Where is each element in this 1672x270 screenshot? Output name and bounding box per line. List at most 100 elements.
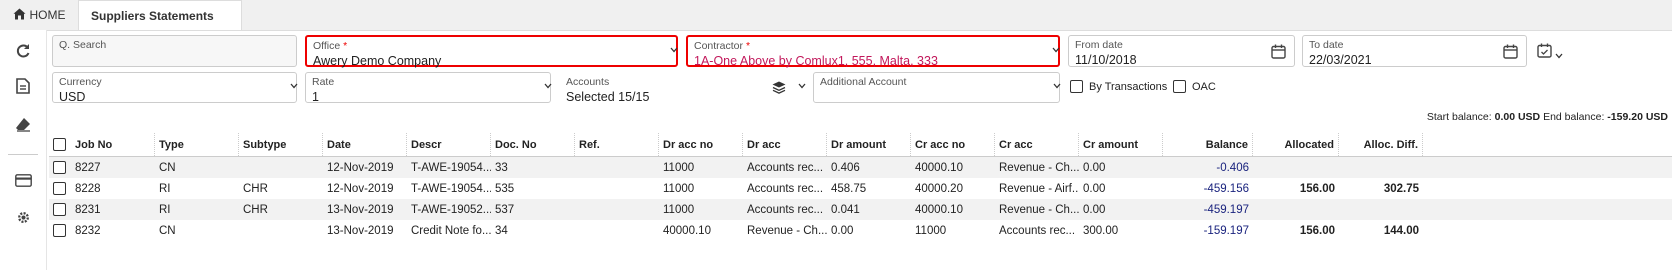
col-doc-no[interactable]: Doc. No xyxy=(491,133,575,156)
col-subtype[interactable]: Subtype xyxy=(239,133,323,156)
col-cr-acc[interactable]: Cr acc xyxy=(995,133,1079,156)
from-date-label: From date xyxy=(1075,39,1123,51)
office-required-mark: * xyxy=(343,40,348,52)
col-cr-amount[interactable]: Cr amount xyxy=(1079,133,1163,156)
row-checkbox[interactable] xyxy=(53,161,66,174)
document-button[interactable] xyxy=(10,74,36,100)
cell-dr-acc: Accounts rec... xyxy=(747,161,824,174)
cell-alloc-diff: 144.00 xyxy=(1383,224,1419,237)
row-select-cell[interactable] xyxy=(49,220,71,241)
cell-dr-acc-no: 11000 xyxy=(663,161,695,174)
tab-bar: HOME Suppliers Statements xyxy=(0,0,1672,31)
document-icon xyxy=(16,77,30,97)
tab-suppliers-statements[interactable]: Suppliers Statements xyxy=(78,0,242,30)
additional-account-select[interactable]: Additional Account xyxy=(813,72,1061,103)
cell-cr-acc-no: 11000 xyxy=(915,224,947,237)
cell-dr-acc-no: 40000.10 xyxy=(663,224,711,237)
col-dr-amount[interactable]: Dr amount xyxy=(827,133,911,156)
from-date-field[interactable]: From date 11/10/2018 xyxy=(1068,35,1295,67)
contractor-select[interactable]: Contractor * 1A-One Above by Comlux1, 55… xyxy=(686,35,1060,68)
col-balance[interactable]: Balance xyxy=(1163,133,1253,156)
cell-subtype: CHR xyxy=(243,182,268,195)
period-picker-button[interactable] xyxy=(1534,35,1568,67)
cell-job-no: 8227 xyxy=(75,161,101,174)
select-all-checkbox[interactable] xyxy=(53,138,66,151)
contractor-required-mark: * xyxy=(745,40,751,52)
tab-home-label: HOME xyxy=(29,8,66,22)
cell-ref xyxy=(575,220,659,241)
cell-ref xyxy=(575,178,659,199)
cell-ref xyxy=(575,157,659,178)
cell-allocated xyxy=(1253,199,1339,220)
layers-icon xyxy=(772,81,786,97)
cell-dr-acc-no: 11000 xyxy=(663,203,695,216)
to-date-label: To date xyxy=(1309,39,1344,51)
row-checkbox[interactable] xyxy=(53,203,66,216)
cell-subtype xyxy=(239,220,323,241)
col-ref[interactable]: Ref. xyxy=(575,133,659,156)
oac-checkbox[interactable] xyxy=(1173,80,1186,93)
cell-alloc-diff xyxy=(1339,199,1423,220)
cell-date: 13-Nov-2019 xyxy=(327,203,394,216)
row-select-cell[interactable] xyxy=(49,157,71,178)
col-job-no[interactable]: Job No xyxy=(71,133,155,156)
cell-cr-amount: 0.00 xyxy=(1083,182,1106,195)
contractor-label-wrap: Contractor * xyxy=(694,40,750,52)
cell-allocated: 156.00 xyxy=(1299,182,1335,195)
cell-cr-amount: 300.00 xyxy=(1083,224,1119,237)
eraser-button[interactable] xyxy=(10,112,36,138)
col-dr-acc-no[interactable]: Dr acc no xyxy=(659,133,743,156)
col-cr-acc-no[interactable]: Cr acc no xyxy=(911,133,995,156)
cell-doc-no: 535 xyxy=(495,182,515,195)
by-transactions-checkbox[interactable] xyxy=(1070,80,1083,93)
chevron-down-icon xyxy=(1555,48,1563,62)
calendar-icon[interactable] xyxy=(1503,44,1518,62)
row-select-cell[interactable] xyxy=(49,199,71,220)
table-row[interactable]: 8231 RI CHR 13-Nov-2019 T-AWE-19052... 537 110… xyxy=(49,199,1672,220)
cell-type: CN xyxy=(159,224,176,237)
cell-cr-acc-no: 40000.20 xyxy=(915,182,963,195)
col-alloc-diff[interactable]: Alloc. Diff. xyxy=(1339,133,1423,156)
row-checkbox[interactable] xyxy=(53,224,66,237)
select-all-cell[interactable] xyxy=(49,133,71,156)
calendar-icon[interactable] xyxy=(1271,44,1286,62)
by-transactions-toggle[interactable]: By Transactions xyxy=(1070,80,1167,93)
accounts-select[interactable]: Accounts Selected 15/15 xyxy=(559,72,806,104)
rate-select[interactable]: Rate 1 xyxy=(305,72,552,104)
col-allocated[interactable]: Allocated xyxy=(1253,133,1339,156)
cell-doc-no: 537 xyxy=(495,203,515,216)
col-date[interactable]: Date xyxy=(323,133,407,156)
table-row[interactable]: 8232 CN 13-Nov-2019 Credit Note fo... 34 4000… xyxy=(49,220,1672,241)
cell-balance: -0.406 xyxy=(1216,161,1249,174)
cell-dr-acc: Accounts rec... xyxy=(747,203,824,216)
settings-button[interactable] xyxy=(10,206,36,232)
col-descr[interactable]: Descr xyxy=(407,133,491,156)
cell-allocated: 156.00 xyxy=(1299,224,1335,237)
eraser-icon xyxy=(15,116,31,135)
calendar-check-icon xyxy=(1537,43,1552,61)
refresh-icon xyxy=(15,43,31,62)
cell-dr-amount: 0.406 xyxy=(831,161,860,174)
cell-dr-amount: 458.75 xyxy=(831,182,867,195)
row-checkbox[interactable] xyxy=(53,182,66,195)
cell-type: RI xyxy=(159,182,171,195)
cell-cr-acc-no: 40000.10 xyxy=(915,203,963,216)
card-button[interactable] xyxy=(10,169,36,195)
to-date-field[interactable]: To date 22/03/2021 xyxy=(1302,35,1527,67)
col-dr-acc[interactable]: Dr acc xyxy=(743,133,827,156)
table-row[interactable]: 8228 RI CHR 12-Nov-2019 T-AWE-19054... 535 110… xyxy=(49,178,1672,199)
oac-toggle[interactable]: OAC xyxy=(1173,80,1216,93)
oac-label: OAC xyxy=(1192,80,1216,93)
refresh-button[interactable] xyxy=(10,39,36,65)
tab-home[interactable]: HOME xyxy=(0,0,78,30)
office-select[interactable]: Office * Awery Demo Company xyxy=(305,35,678,68)
col-type[interactable]: Type xyxy=(155,133,239,156)
cell-cr-acc: Accounts rec... xyxy=(999,224,1076,237)
cell-dr-acc: Revenue - Ch... xyxy=(747,224,827,237)
table-row[interactable]: 8227 CN 12-Nov-2019 T-AWE-19054... 33 11000 Ac… xyxy=(49,157,1672,178)
sidebar-divider xyxy=(8,154,38,155)
currency-select[interactable]: Currency USD xyxy=(52,72,298,104)
search-input[interactable]: Q. Search xyxy=(52,35,297,67)
row-select-cell[interactable] xyxy=(49,178,71,199)
cell-date: 13-Nov-2019 xyxy=(327,224,394,237)
